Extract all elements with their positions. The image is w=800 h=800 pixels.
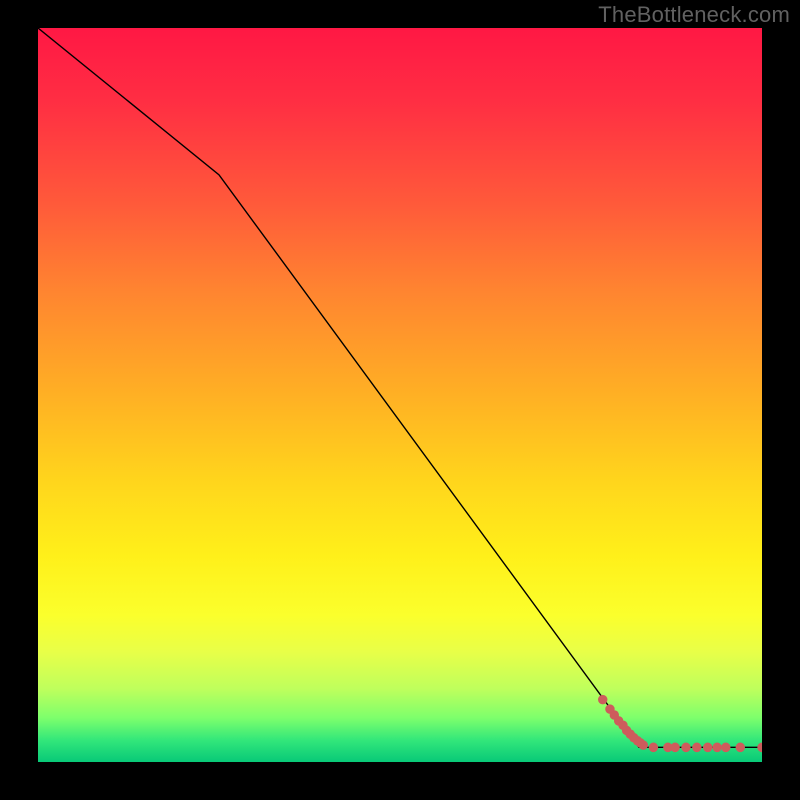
plot-area bbox=[38, 28, 762, 762]
marker-dot bbox=[757, 743, 762, 753]
marker-dot bbox=[670, 743, 679, 753]
markers-group bbox=[598, 695, 762, 752]
curve-line bbox=[38, 28, 762, 747]
marker-dot bbox=[736, 743, 745, 753]
marker-dot bbox=[649, 743, 658, 753]
chart-container: TheBottleneck.com bbox=[0, 0, 800, 800]
marker-dot bbox=[639, 740, 648, 750]
marker-dot bbox=[721, 743, 730, 753]
watermark-text: TheBottleneck.com bbox=[598, 2, 790, 28]
marker-dot bbox=[598, 695, 607, 705]
marker-dot bbox=[712, 743, 721, 753]
marker-dot bbox=[692, 743, 701, 753]
chart-overlay bbox=[38, 28, 762, 762]
marker-dot bbox=[681, 743, 690, 753]
marker-dot bbox=[703, 743, 712, 753]
